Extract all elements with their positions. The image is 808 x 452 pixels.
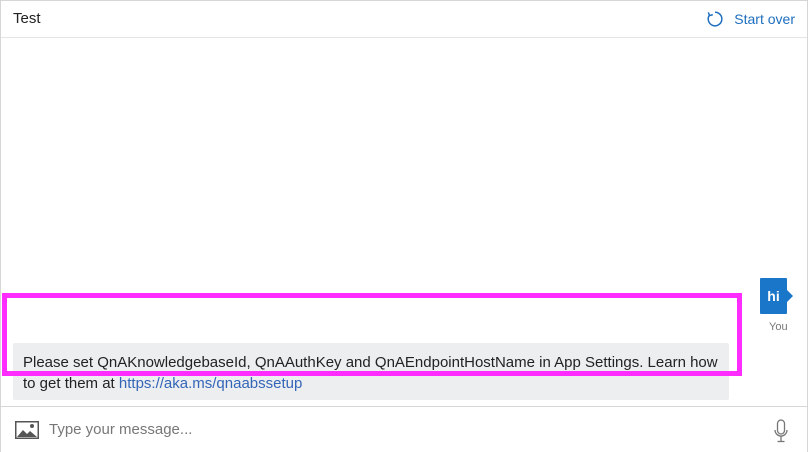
webchat-window: Test Start over hi You Please set QnAKno… — [0, 0, 808, 452]
message-input[interactable] — [49, 417, 749, 441]
refresh-icon — [706, 10, 724, 28]
chat-history[interactable]: hi You Please set QnAKnowledgebaseId, Qn… — [1, 38, 807, 418]
user-message-text: hi — [767, 288, 780, 304]
user-message-bubble: hi — [760, 278, 787, 314]
chat-title: Test — [13, 10, 41, 27]
start-over-button[interactable]: Start over — [706, 9, 795, 29]
microphone-icon[interactable] — [774, 419, 788, 448]
image-icon[interactable] — [15, 421, 39, 444]
bot-message-bubble: Please set QnAKnowledgebaseId, QnAAuthKe… — [13, 343, 729, 400]
start-over-label: Start over — [734, 11, 795, 27]
setup-link[interactable]: https://aka.ms/qnaabssetup — [119, 375, 302, 392]
user-sender-label: You — [769, 321, 788, 333]
message-input-bar — [1, 406, 807, 452]
user-bubble-tail — [787, 290, 793, 302]
chat-header: Test Start over — [1, 1, 807, 38]
